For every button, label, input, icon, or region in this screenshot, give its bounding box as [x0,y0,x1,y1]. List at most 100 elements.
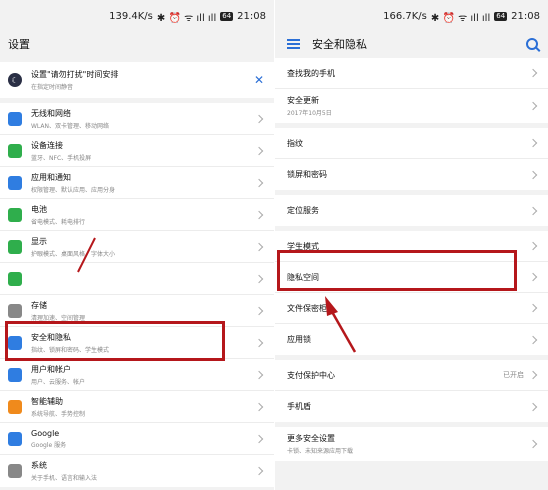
app-bar: 设置 [0,33,274,55]
chevron-right-icon [254,434,264,443]
network-speed: 166.7K/s [383,11,427,22]
dnd-notice[interactable]: ☾ 设置"请勿打扰"时间安排 在指定时间静音 ✕ [0,62,274,98]
settings-item-label: Google [31,428,60,438]
settings-item-subtitle: 清理加速、空间管理 [31,314,86,322]
security-item-subtitle: 2017年10月5日 [287,110,332,117]
security-item-label: 支付保护中心 [287,370,335,380]
settings-item-8[interactable]: 用户和帐户 用户、云服务、帐户 [0,359,274,391]
chevron-right-icon [528,272,538,282]
settings-group: 学生模式隐私空间文件保密柜应用锁 [275,231,548,355]
user-icon [8,367,22,382]
settings-item-label: 安全和隐私 [31,332,71,342]
google-icon [8,431,22,446]
shield-icon [8,335,22,350]
settings-item-0[interactable]: 无线和网络 WLAN、双卡管理、移动网络 [0,103,274,135]
settings-group: 指纹 锁屏和密码 [275,128,548,190]
storage-icon [8,303,22,318]
chevron-right-icon [528,170,538,179]
clock: 21:08 [237,11,266,22]
settings-item-label: 智能辅助 [31,396,63,406]
security-item-8[interactable]: 应用锁 [275,324,548,355]
security-item-label: 隐私空间 [287,272,319,282]
security-item-0[interactable]: 查找我的手机 [275,58,548,89]
status-bar: 139.4K/s ✱ ⏰ ᯤ ıll ıll 64 21:08 [0,0,274,33]
system-icon [8,464,22,478]
security-item-label: 指纹 [287,138,303,148]
page-title: 设置 [8,38,30,51]
settings-item-subtitle: 省电模式、耗电排行 [31,218,86,226]
wifi-icon [8,111,22,126]
security-item-label: 锁屏和密码 [287,170,327,179]
security-item-9[interactable]: 支付保护中心 已开启 [275,360,548,391]
settings-item-subtitle: 权限管理、默认应用、应用分身 [31,186,116,194]
search-icon[interactable] [526,38,538,50]
signal-icons: ✱ ⏰ ᯤ ıll ıll [156,12,217,24]
sound-icon [8,271,22,286]
chevron-right-icon [528,101,538,111]
chevron-right-icon [254,210,264,219]
settings-item-6[interactable]: 存储 清理加速、空间管理 [0,295,274,327]
settings-item-1[interactable]: 设备连接蓝牙、NFC、手机投屏 [0,135,274,167]
security-item-label: 安全更新 [287,96,319,105]
status-value: 已开启 [503,371,524,379]
security-item-label: 应用锁 [287,335,311,344]
clock: 21:08 [511,11,540,22]
chevron-right-icon [528,138,538,148]
battery-level: 64 [494,12,508,21]
settings-item-label: 设备连接 [31,140,63,150]
security-item-6[interactable]: 隐私空间 [275,262,548,293]
device-connect-icon [8,143,22,158]
settings-item-7[interactable]: 安全和隐私 指纹、锁屏和密码、学生模式 [0,327,274,359]
settings-group: 支付保护中心 已开启手机盾 [275,360,548,422]
security-item-7[interactable]: 文件保密柜 [275,293,548,324]
security-list: 查找我的手机安全更新 2017年10月5日 指纹锁屏和密码定位服务学生模式隐私空间文… [275,58,548,466]
close-icon[interactable]: ✕ [254,73,264,87]
settings-item-9[interactable]: 智能辅助 系统导航、手势控制 [0,391,274,423]
security-item-5[interactable]: 学生模式 [275,231,548,262]
chevron-right-icon [254,370,264,379]
notice-subtitle: 在指定时间静音 [31,84,74,91]
security-item-2[interactable]: 指纹 [275,128,548,159]
notice-title: 设置"请勿打扰"时间安排 [31,70,119,79]
settings-item-subtitle: 蓝牙、NFC、手机投屏 [31,154,92,162]
settings-list: ☾ 设置"请勿打扰"时间安排 在指定时间静音 ✕ 无线和网络 WLAN、双卡管理、… [0,62,274,490]
security-item-label: 更多安全设置 [287,434,335,443]
settings-item-label: 系统 [31,461,47,470]
security-item-label: 定位服务 [287,206,319,215]
settings-item-label: 应用和通知 [31,172,71,182]
chevron-right-icon [528,370,538,380]
security-item-1[interactable]: 安全更新 2017年10月5日 [275,89,548,123]
settings-item-5[interactable] [0,263,274,295]
apps-icon [8,175,22,190]
chevron-right-icon [254,402,264,411]
settings-item-4[interactable]: 显示 护眼模式、桌面风格、字体大小 [0,231,274,263]
settings-item-3[interactable]: 电池 省电模式、耗电排行 [0,199,274,231]
settings-item-2[interactable]: 应用和通知权限管理、默认应用、应用分身 [0,167,274,199]
chevron-right-icon [254,338,264,347]
battery-level: 64 [220,12,234,21]
settings-item-11[interactable]: 系统 关于手机、语言和输入法 [0,455,274,487]
security-item-10[interactable]: 手机盾 [275,391,548,422]
chevron-right-icon [528,439,538,449]
chevron-right-icon [528,335,538,344]
hand-icon [8,399,22,414]
settings-screen: 139.4K/s ✱ ⏰ ᯤ ıll ıll 64 21:08 设置 ☾ 设置"… [0,0,274,490]
chevron-right-icon [528,303,538,313]
security-item-3[interactable]: 锁屏和密码 [275,159,548,190]
settings-item-10[interactable]: Google Google 服务 [0,423,274,455]
chevron-right-icon [528,402,538,411]
settings-group: 定位服务 [275,195,548,226]
chevron-right-icon [254,274,264,283]
chevron-right-icon [254,242,264,251]
security-item-4[interactable]: 定位服务 [275,195,548,226]
menu-icon[interactable] [287,39,300,49]
security-item-11[interactable]: 更多安全设置 卡锁、未知来源应用下载 [275,427,548,461]
network-speed: 139.4K/s [109,11,153,22]
battery-icon [8,207,22,222]
settings-item-label: 用户和帐户 [31,364,71,374]
status-bar: 166.7K/s ✱ ⏰ ᯤ ıll ıll 64 21:08 [275,0,548,33]
settings-group: 查找我的手机安全更新 2017年10月5日 [275,58,548,123]
chevron-right-icon [528,206,538,215]
chevron-right-icon [528,68,538,78]
chevron-right-icon [254,466,264,476]
